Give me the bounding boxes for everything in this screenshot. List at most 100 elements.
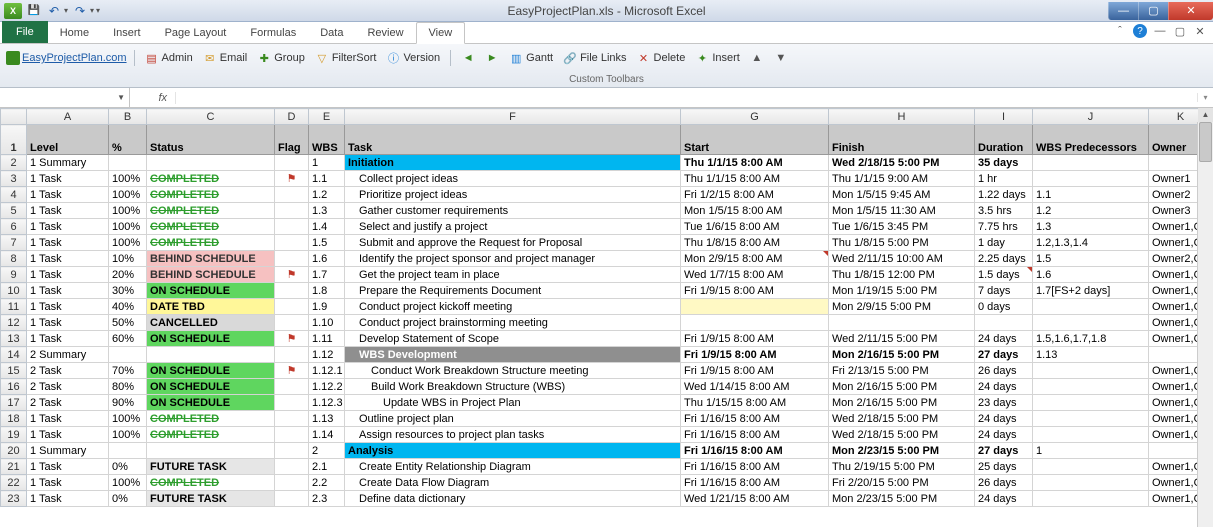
field-header[interactable]: Duration: [975, 125, 1033, 155]
filelinks-button[interactable]: 🔗File Links: [560, 50, 629, 66]
row-header[interactable]: 17: [1, 395, 27, 411]
flag-cell[interactable]: [275, 491, 309, 507]
row-header[interactable]: 4: [1, 187, 27, 203]
col-header-A[interactable]: A: [27, 109, 109, 125]
rowup-button[interactable]: ▲: [747, 50, 767, 66]
cell[interactable]: [109, 443, 147, 459]
cell[interactable]: [1033, 411, 1149, 427]
cell[interactable]: 1 Summary: [27, 443, 109, 459]
flag-cell[interactable]: [275, 459, 309, 475]
formula-expand-icon[interactable]: ▾: [1197, 93, 1213, 102]
cell[interactable]: 1.1: [1033, 187, 1149, 203]
row-header[interactable]: 1: [1, 125, 27, 155]
cell[interactable]: 35 days: [975, 155, 1033, 171]
col-header-I[interactable]: I: [975, 109, 1033, 125]
row-header[interactable]: 23: [1, 491, 27, 507]
version-button[interactable]: ⓘVersion: [383, 50, 443, 66]
cell[interactable]: Identify the project sponsor and project…: [345, 251, 681, 267]
workbook-minimize-icon[interactable]: —: [1153, 24, 1167, 38]
cell[interactable]: [681, 299, 829, 315]
tab-review[interactable]: Review: [355, 23, 415, 43]
redo-icon[interactable]: ↷: [72, 3, 88, 19]
cell[interactable]: 1.2: [1033, 203, 1149, 219]
cell[interactable]: Thu 1/1/15 9:00 AM: [829, 171, 975, 187]
cell[interactable]: BEHIND SCHEDULE: [147, 267, 275, 283]
cell[interactable]: [1033, 491, 1149, 507]
cell[interactable]: 1: [309, 155, 345, 171]
cell[interactable]: 2 Task: [27, 363, 109, 379]
cell[interactable]: Thu 1/15/15 8:00 AM: [681, 395, 829, 411]
cell[interactable]: FUTURE TASK: [147, 491, 275, 507]
cell[interactable]: WBS Development: [345, 347, 681, 363]
cell[interactable]: COMPLETED: [147, 187, 275, 203]
cell[interactable]: 24 days: [975, 427, 1033, 443]
cell[interactable]: 23 days: [975, 395, 1033, 411]
cell[interactable]: Thu 1/8/15 12:00 PM: [829, 267, 975, 283]
cell[interactable]: Select and justify a project: [345, 219, 681, 235]
cell[interactable]: CANCELLED: [147, 315, 275, 331]
admin-button[interactable]: ▤Admin: [142, 50, 196, 66]
cell[interactable]: Fri 1/9/15 8:00 AM: [681, 331, 829, 347]
cell[interactable]: Tue 1/6/15 8:00 AM: [681, 219, 829, 235]
row-header[interactable]: 2: [1, 155, 27, 171]
next-button[interactable]: ►: [482, 50, 502, 66]
tab-data[interactable]: Data: [308, 23, 355, 43]
cell[interactable]: 1.12: [309, 347, 345, 363]
row-header[interactable]: 13: [1, 331, 27, 347]
cell[interactable]: ON SCHEDULE: [147, 331, 275, 347]
cell[interactable]: 1.11: [309, 331, 345, 347]
cell[interactable]: 1.4: [309, 219, 345, 235]
flag-cell[interactable]: [275, 395, 309, 411]
flag-cell[interactable]: [275, 235, 309, 251]
cell[interactable]: 2.1: [309, 459, 345, 475]
cell[interactable]: [1033, 427, 1149, 443]
flag-cell[interactable]: [275, 187, 309, 203]
row-header[interactable]: 14: [1, 347, 27, 363]
field-header[interactable]: %: [109, 125, 147, 155]
flag-cell[interactable]: [275, 379, 309, 395]
row-header[interactable]: 16: [1, 379, 27, 395]
name-box-dropdown-icon[interactable]: ▼: [117, 93, 125, 102]
row-header[interactable]: 9: [1, 267, 27, 283]
cell[interactable]: Fri 1/16/15 8:00 AM: [681, 475, 829, 491]
cell[interactable]: 100%: [109, 235, 147, 251]
cell[interactable]: COMPLETED: [147, 235, 275, 251]
cell[interactable]: Thu 1/1/15 8:00 AM: [681, 155, 829, 171]
cell[interactable]: 1.3: [309, 203, 345, 219]
cell[interactable]: 1.6: [1033, 267, 1149, 283]
row-header[interactable]: 3: [1, 171, 27, 187]
cell[interactable]: Fri 1/9/15 8:00 AM: [681, 283, 829, 299]
flag-cell[interactable]: [275, 203, 309, 219]
cell[interactable]: 40%: [109, 299, 147, 315]
cell[interactable]: 90%: [109, 395, 147, 411]
flag-cell[interactable]: [275, 443, 309, 459]
cell[interactable]: 100%: [109, 411, 147, 427]
col-header-B[interactable]: B: [109, 109, 147, 125]
cell[interactable]: Fri 1/16/15 8:00 AM: [681, 411, 829, 427]
cell[interactable]: Initiation: [345, 155, 681, 171]
cell[interactable]: 27 days: [975, 347, 1033, 363]
cell[interactable]: 30%: [109, 283, 147, 299]
cell[interactable]: 24 days: [975, 411, 1033, 427]
cell[interactable]: Fri 2/20/15 5:00 PM: [829, 475, 975, 491]
cell[interactable]: Tue 1/6/15 3:45 PM: [829, 219, 975, 235]
undo-dropdown-icon[interactable]: ▾: [64, 6, 68, 15]
cell[interactable]: 1.9: [309, 299, 345, 315]
cell[interactable]: [1033, 459, 1149, 475]
cell[interactable]: [1033, 475, 1149, 491]
field-header[interactable]: Level: [27, 125, 109, 155]
cell[interactable]: COMPLETED: [147, 427, 275, 443]
cell[interactable]: COMPLETED: [147, 475, 275, 491]
cell[interactable]: Create Data Flow Diagram: [345, 475, 681, 491]
cell[interactable]: Fri 1/16/15 8:00 AM: [681, 459, 829, 475]
cell[interactable]: [147, 347, 275, 363]
cell[interactable]: 1.12.3: [309, 395, 345, 411]
cell[interactable]: Wed 2/18/15 5:00 PM: [829, 411, 975, 427]
row-header[interactable]: 20: [1, 443, 27, 459]
cell[interactable]: 1.7: [309, 267, 345, 283]
cell[interactable]: 100%: [109, 427, 147, 443]
minimize-ribbon-icon[interactable]: ˆ: [1113, 24, 1127, 38]
cell[interactable]: 1.5 days: [975, 267, 1033, 283]
cell[interactable]: Fri 1/2/15 8:00 AM: [681, 187, 829, 203]
cell[interactable]: Gather customer requirements: [345, 203, 681, 219]
